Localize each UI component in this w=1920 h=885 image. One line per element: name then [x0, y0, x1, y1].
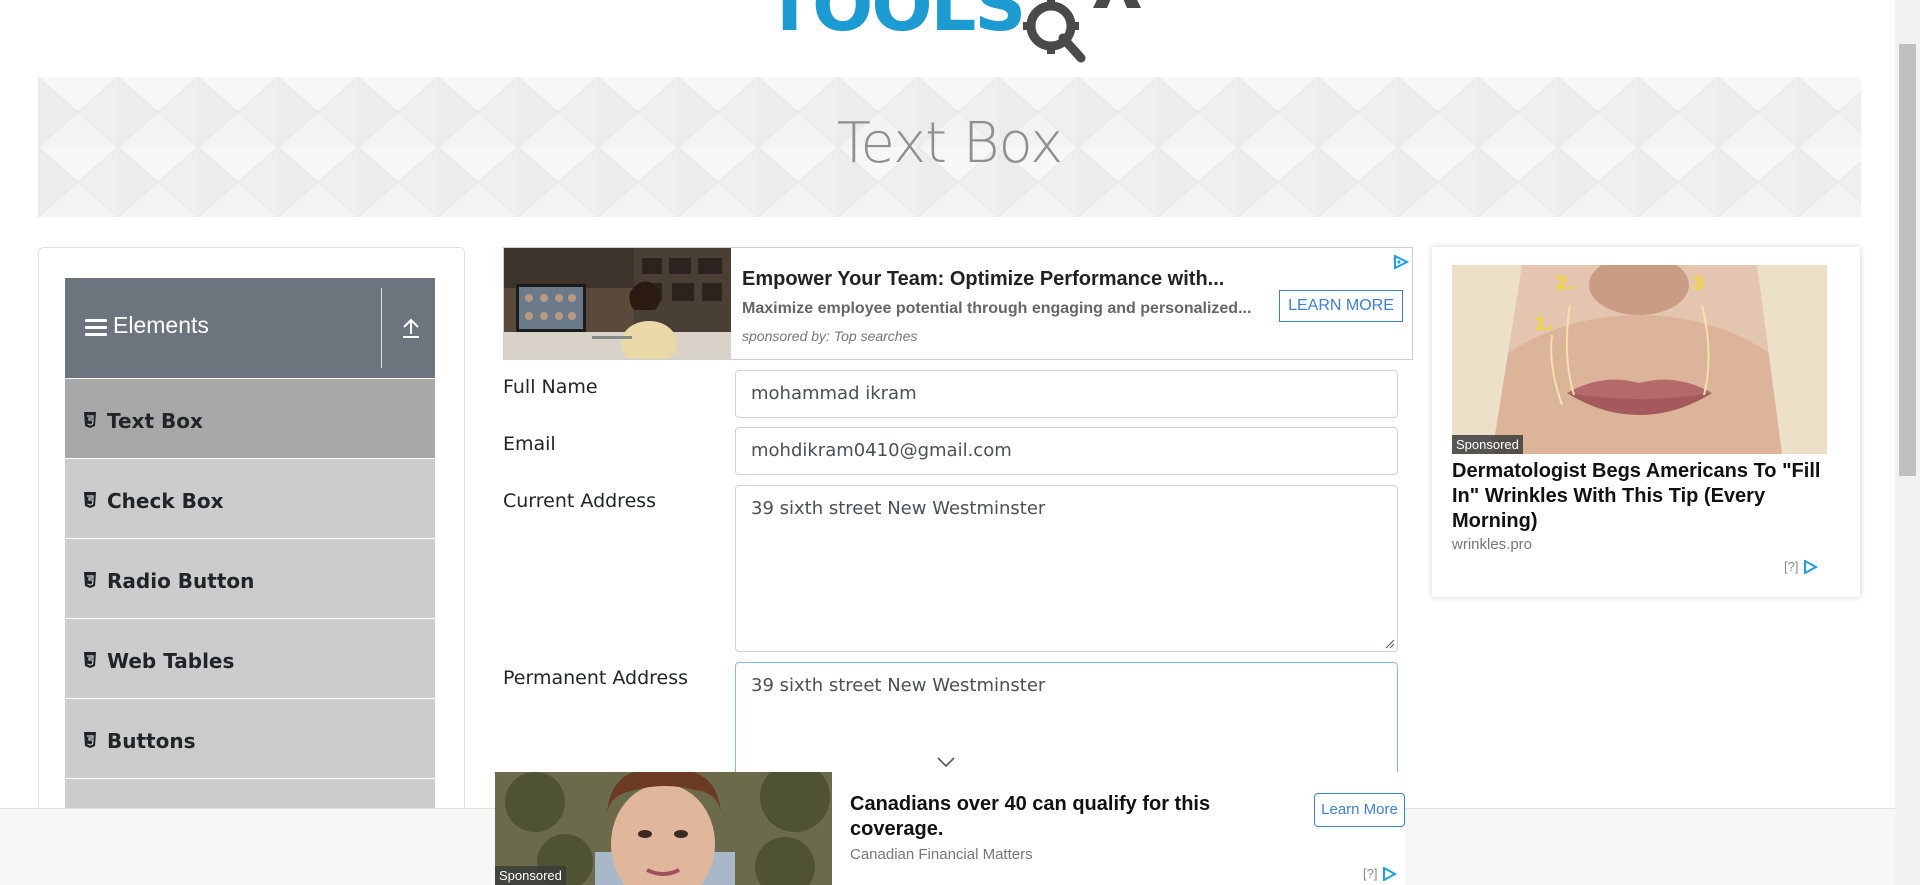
ad-photo: 2. 3 1. Sponsored [1452, 265, 1827, 454]
sidebar-item-buttons[interactable]: Buttons [65, 699, 435, 779]
sponsored-label: Sponsored [1452, 435, 1523, 454]
chevron-down-icon[interactable] [935, 755, 957, 769]
sidebar-menu: Text Box Check Box Radio Button Web Tabl… [65, 379, 435, 859]
current-address-textarea[interactable]: 39 sixth street New Westminster [735, 485, 1398, 652]
ad-help-mark[interactable]: [?] [1784, 559, 1798, 574]
adchoices-icon[interactable] [1381, 866, 1398, 881]
ad-photo: Sponsored [495, 772, 832, 885]
ad-image [504, 248, 731, 359]
bottom-ad[interactable]: Sponsored Canadians over 40 can qualify … [495, 772, 1405, 885]
ad-help-mark[interactable]: [?] [1363, 866, 1377, 881]
html5-icon [84, 572, 96, 588]
sidebar-item-check-box[interactable]: Check Box [65, 459, 435, 539]
html5-icon [84, 492, 96, 508]
svg-text:TOOLS: TOOLS [765, 0, 1024, 47]
sidebar-item-text-box[interactable]: Text Box [65, 379, 435, 459]
ad-domain: wrinkles.pro [1452, 536, 1533, 553]
adchoices-icon[interactable] [1802, 559, 1819, 574]
html5-icon [84, 732, 96, 748]
ad-headline: Empower Your Team: Optimize Performance … [742, 268, 1225, 290]
sidebar-item-label: Web Tables [107, 649, 235, 673]
header-divider [381, 288, 382, 368]
resize-handle[interactable] [1385, 639, 1395, 649]
learn-more-button[interactable]: LEARN MORE [1279, 290, 1403, 322]
right-ad[interactable]: 2. 3 1. Sponsored Dermatologist Begs Ameri… [1432, 247, 1860, 597]
svg-text:1.: 1. [1534, 314, 1553, 335]
current-address-label: Current Address [503, 490, 657, 512]
page-scrollbar[interactable] [1895, 0, 1920, 885]
ad-headline: Dermatologist Begs Americans To "Fill In… [1452, 460, 1821, 532]
ad-sponsor: sponsored by: Top searches [742, 328, 918, 344]
logo-text: TOOLS [765, 0, 1165, 75]
permanent-address-label: Permanent Address [503, 667, 689, 689]
ad-info[interactable]: [?] [1363, 866, 1398, 881]
full-name-input[interactable]: mohammad ikram [735, 370, 1398, 418]
ad-headline: Canadians over 40 can qualify for this c… [850, 793, 1211, 840]
html5-icon [84, 412, 96, 428]
sidebar-item-label: Check Box [107, 489, 224, 513]
ad-source: Canadian Financial Matters [850, 846, 1033, 863]
logo-graphic: TOOLS [765, 0, 1141, 63]
ad-info[interactable]: [?] [1784, 559, 1819, 574]
group-title: Elements [113, 312, 209, 338]
svg-text:3: 3 [1692, 273, 1705, 294]
arrow-up-icon[interactable] [400, 316, 422, 340]
page-banner: Text Box [38, 77, 1861, 217]
sidebar: Elements Text Box Check Box Radio Button… [38, 247, 465, 885]
toolsqa-logo[interactable]: TOOLS [765, 0, 1165, 64]
sidebar-item-label: Text Box [107, 409, 203, 433]
email-label: Email [503, 433, 556, 455]
page-title: Text Box [836, 111, 1063, 176]
adchoices-icon[interactable] [1392, 254, 1410, 270]
top-ad-banner[interactable]: Empower Your Team: Optimize Performance … [503, 247, 1413, 360]
permanent-address-textarea[interactable]: 39 sixth street New Westminster [735, 662, 1398, 782]
sidebar-item-radio-button[interactable]: Radio Button [65, 539, 435, 619]
svg-text:2.: 2. [1555, 273, 1574, 294]
ad-description: Maximize employee potential through enga… [742, 300, 1252, 317]
elements-group-header[interactable]: Elements [65, 278, 435, 378]
scrollbar-thumb[interactable] [1899, 44, 1916, 476]
full-name-label: Full Name [503, 376, 598, 398]
sidebar-item-label: Buttons [107, 729, 196, 753]
hamburger-icon [85, 319, 107, 337]
permanent-address-value: 39 sixth street New Westminster [751, 675, 1046, 696]
learn-more-button[interactable]: Learn More [1314, 793, 1405, 827]
email-input[interactable]: mohdikram0410@gmail.com [735, 427, 1398, 475]
sponsored-label: Sponsored [495, 866, 566, 885]
html5-icon [84, 652, 96, 668]
current-address-value: 39 sixth street New Westminster [751, 498, 1046, 519]
sidebar-item-web-tables[interactable]: Web Tables [65, 619, 435, 699]
sidebar-item-label: Radio Button [107, 569, 255, 593]
